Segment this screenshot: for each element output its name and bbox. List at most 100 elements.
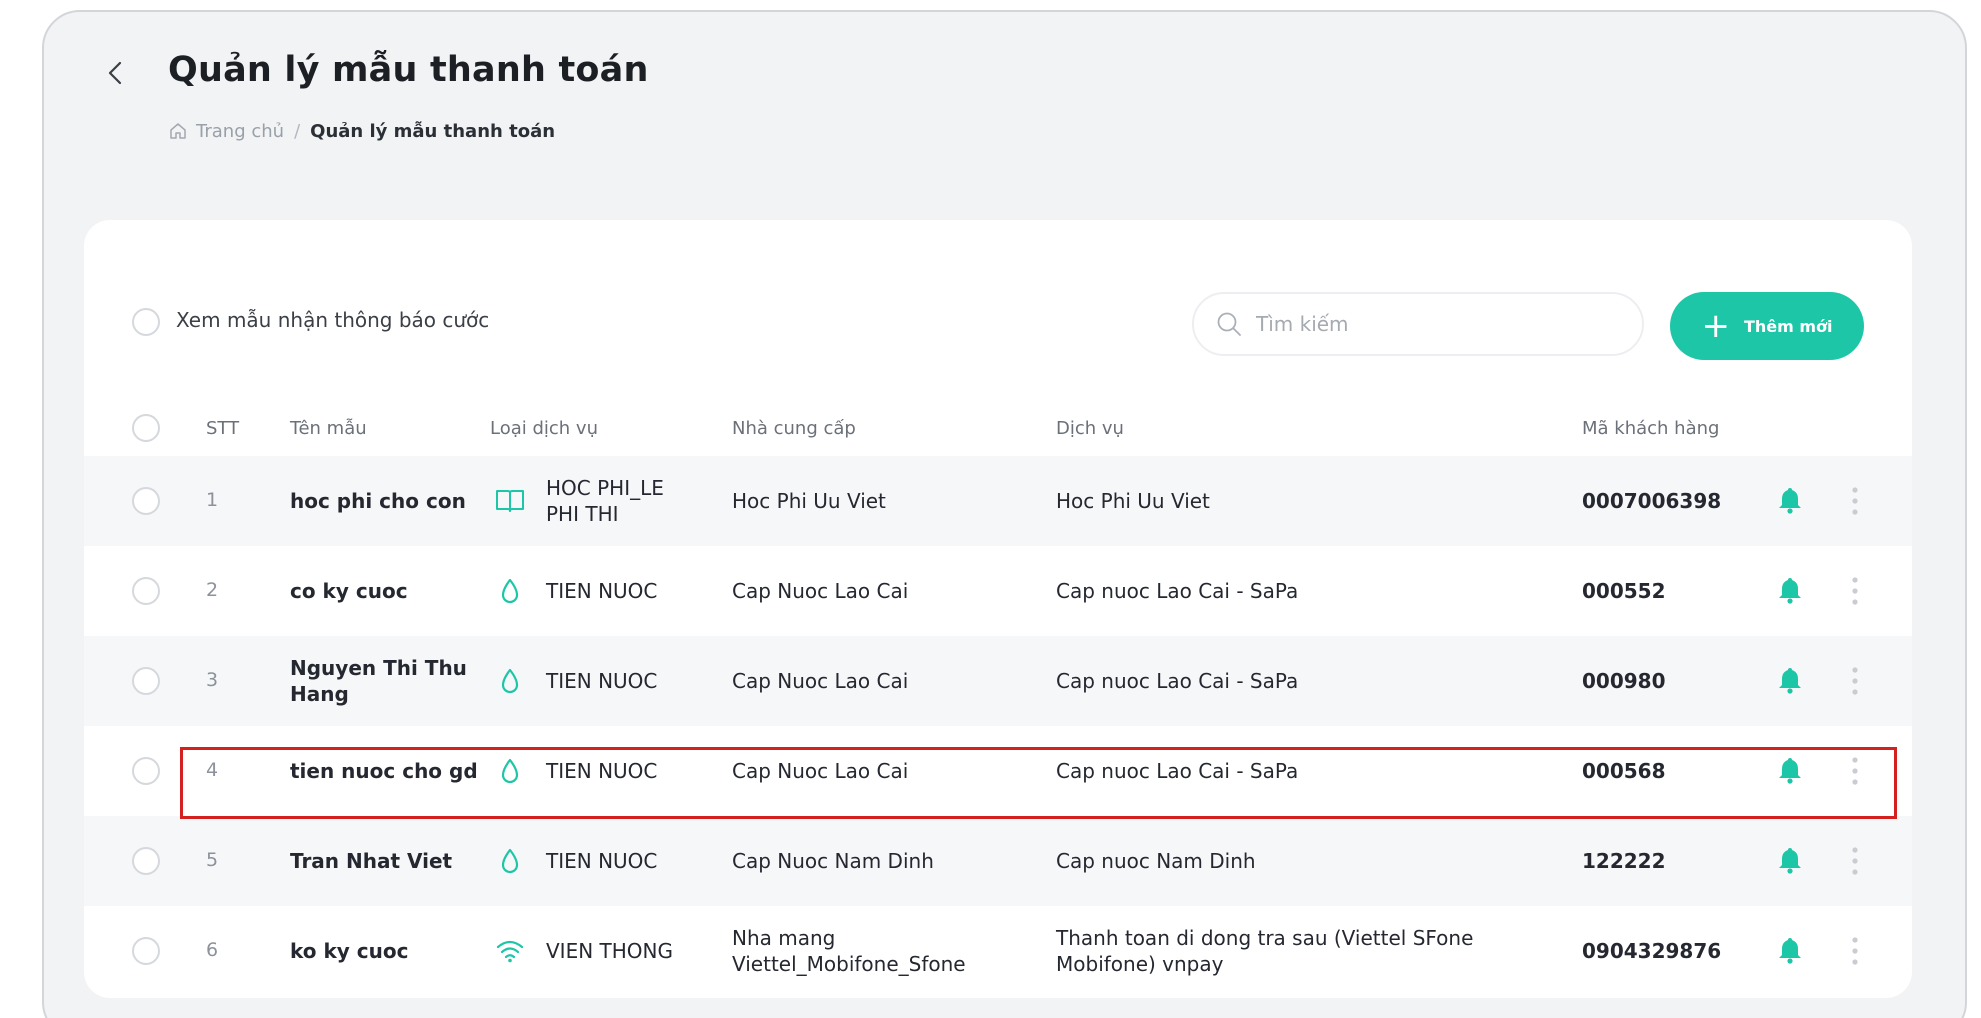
- table-row[interactable]: 5 Tran Nhat Viet TIEN NUOC Cap Nuoc Nam …: [84, 816, 1912, 906]
- row-stt: 4: [206, 759, 219, 781]
- row-radio[interactable]: [132, 487, 160, 515]
- row-type: TIEN NUOC: [546, 579, 658, 603]
- back-button[interactable]: [98, 50, 132, 96]
- row-stt: 5: [206, 849, 219, 871]
- row-service: Hoc Phi Uu Viet: [1056, 489, 1210, 513]
- row-radio[interactable]: [132, 847, 160, 875]
- bell-icon[interactable]: [1772, 752, 1808, 788]
- row-service-cell: Cap nuoc Lao Cai - SaPa: [1056, 726, 1536, 816]
- row-name: tien nuoc cho gd: [290, 759, 478, 783]
- home-icon: [170, 123, 186, 139]
- row-name-cell: Nguyen Thi Thu Hang: [290, 636, 490, 726]
- row-service: Cap nuoc Nam Dinh: [1056, 849, 1256, 873]
- search-input[interactable]: [1256, 312, 1576, 336]
- row-type-cell: HOC PHI_LE PHI THI: [546, 456, 716, 546]
- row-code: 0007006398: [1582, 489, 1722, 513]
- row-name-cell: hoc phi cho con: [290, 456, 490, 546]
- more-vertical-icon[interactable]: [1840, 568, 1870, 614]
- filter-label: Xem mẫu nhận thông báo cước: [176, 308, 490, 332]
- row-code: 0904329876: [1582, 939, 1722, 963]
- row-provider: Cap Nuoc Lao Cai: [732, 579, 909, 603]
- row-radio[interactable]: [132, 577, 160, 605]
- water-drop-icon: [490, 751, 530, 791]
- row-service: Thanh toan di dong tra sau (Viettel SFon…: [1056, 926, 1474, 976]
- more-vertical-icon[interactable]: [1840, 928, 1870, 974]
- row-provider: Cap Nuoc Nam Dinh: [732, 849, 934, 873]
- row-name-cell: co ky cuoc: [290, 546, 490, 636]
- filter-radio[interactable]: [132, 308, 160, 336]
- bell-icon[interactable]: [1772, 662, 1808, 698]
- row-service-cell: Cap nuoc Lao Cai - SaPa: [1056, 636, 1536, 726]
- search-box[interactable]: [1192, 292, 1644, 356]
- row-provider-cell: Nha mang Viettel_Mobifone_Sfone: [732, 906, 1032, 996]
- row-code: 122222: [1582, 849, 1666, 873]
- row-provider-cell: Cap Nuoc Nam Dinh: [732, 816, 1032, 906]
- breadcrumb: Trang chủ / Quản lý mẫu thanh toán: [168, 116, 555, 146]
- header-code: Mã khách hàng: [1582, 418, 1720, 439]
- templates-card: Xem mẫu nhận thông báo cước + Thêm mới S…: [84, 220, 1912, 998]
- row-provider-cell: Cap Nuoc Lao Cai: [732, 636, 1032, 726]
- table-header: STT Tên mẫu Loại dịch vụ Nhà cung cấp Dị…: [84, 398, 1912, 458]
- row-type-cell: VIEN THONG: [546, 906, 716, 996]
- row-type: TIEN NUOC: [546, 849, 658, 873]
- row-radio[interactable]: [132, 937, 160, 965]
- breadcrumb-home[interactable]: Trang chủ: [168, 121, 284, 142]
- more-vertical-icon[interactable]: [1840, 658, 1870, 704]
- row-code: 000980: [1582, 669, 1666, 693]
- row-name: hoc phi cho con: [290, 489, 466, 513]
- add-new-button[interactable]: + Thêm mới: [1670, 292, 1864, 360]
- table-row[interactable]: 3 Nguyen Thi Thu Hang TIEN NUOC Cap Nuoc…: [84, 636, 1912, 726]
- row-code: 000568: [1582, 759, 1666, 783]
- row-type: VIEN THONG: [546, 939, 673, 963]
- toolbar: Xem mẫu nhận thông báo cước + Thêm mới: [84, 292, 1912, 360]
- header-provider: Nhà cung cấp: [732, 418, 856, 439]
- row-provider-cell: Cap Nuoc Lao Cai: [732, 726, 1032, 816]
- table-row[interactable]: 4 tien nuoc cho gd TIEN NUOC Cap Nuoc La…: [84, 726, 1912, 816]
- row-provider: Cap Nuoc Lao Cai: [732, 669, 909, 693]
- select-all-radio[interactable]: [132, 414, 160, 442]
- water-drop-icon: [490, 841, 530, 881]
- header-name: Tên mẫu: [290, 418, 367, 439]
- bell-icon[interactable]: [1772, 482, 1808, 518]
- header-type: Loại dịch vụ: [490, 418, 598, 439]
- add-new-label: Thêm mới: [1743, 316, 1833, 336]
- header-stt: STT: [206, 418, 240, 439]
- row-service: Cap nuoc Lao Cai - SaPa: [1056, 669, 1299, 693]
- row-name-cell: tien nuoc cho gd: [290, 726, 490, 816]
- row-code: 000552: [1582, 579, 1666, 603]
- row-service-cell: Thanh toan di dong tra sau (Viettel SFon…: [1056, 906, 1536, 996]
- row-provider-cell: Cap Nuoc Lao Cai: [732, 546, 1032, 636]
- water-drop-icon: [490, 661, 530, 701]
- chevron-left-icon: [108, 61, 122, 85]
- row-stt: 6: [206, 939, 219, 961]
- more-vertical-icon[interactable]: [1840, 478, 1870, 524]
- row-stt: 1: [206, 489, 219, 511]
- row-provider-cell: Hoc Phi Uu Viet: [732, 456, 1032, 546]
- table-row[interactable]: 6 ko ky cuoc VIEN THONG Nha mang Viettel…: [84, 906, 1912, 996]
- search-icon: [1217, 312, 1241, 336]
- row-radio[interactable]: [132, 667, 160, 695]
- row-type: HOC PHI_LE PHI THI: [546, 476, 664, 526]
- row-name: ko ky cuoc: [290, 939, 409, 963]
- row-type: TIEN NUOC: [546, 759, 658, 783]
- row-radio[interactable]: [132, 757, 160, 785]
- table-row[interactable]: 1 hoc phi cho con HOC PHI_LE PHI THI Hoc…: [84, 456, 1912, 546]
- bell-icon[interactable]: [1772, 572, 1808, 608]
- more-vertical-icon[interactable]: [1840, 838, 1870, 884]
- bell-icon[interactable]: [1772, 842, 1808, 878]
- row-stt: 2: [206, 579, 219, 601]
- row-service-cell: Cap nuoc Nam Dinh: [1056, 816, 1536, 906]
- table-row[interactable]: 2 co ky cuoc TIEN NUOC Cap Nuoc Lao Cai …: [84, 546, 1912, 636]
- header-service: Dịch vụ: [1056, 418, 1124, 439]
- more-vertical-icon[interactable]: [1840, 748, 1870, 794]
- row-service: Cap nuoc Lao Cai - SaPa: [1056, 759, 1299, 783]
- book-icon: [490, 481, 530, 521]
- bell-icon[interactable]: [1772, 932, 1808, 968]
- row-provider: Cap Nuoc Lao Cai: [732, 759, 909, 783]
- row-provider: Nha mang Viettel_Mobifone_Sfone: [732, 926, 966, 976]
- row-provider: Hoc Phi Uu Viet: [732, 489, 886, 513]
- row-name: Tran Nhat Viet: [290, 849, 453, 873]
- page-title: Quản lý mẫu thanh toán: [168, 50, 649, 90]
- row-service: Cap nuoc Lao Cai - SaPa: [1056, 579, 1299, 603]
- plus-icon: +: [1701, 306, 1730, 346]
